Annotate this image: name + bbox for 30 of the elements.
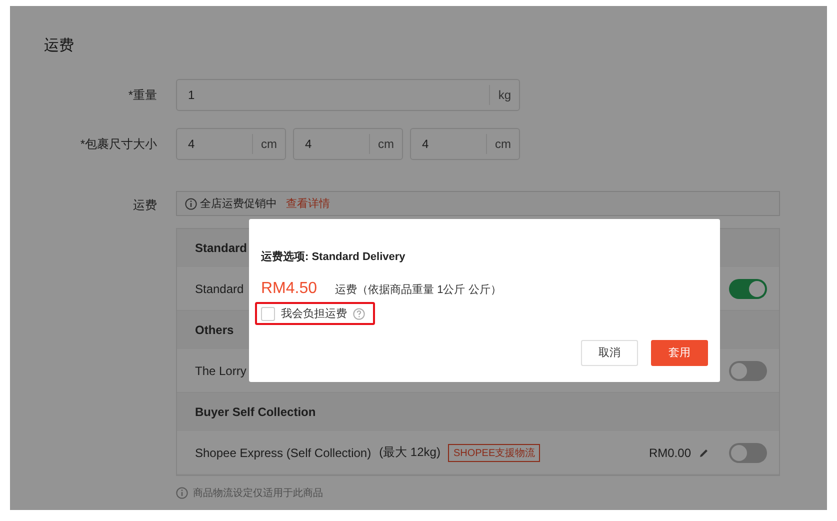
option-name: The Lorry — [195, 364, 246, 378]
section-title: 运费 — [44, 36, 75, 55]
option-name: Standard — [195, 282, 244, 296]
dimension-field[interactable]: 4 cm — [410, 128, 520, 160]
checkbox[interactable] — [261, 306, 275, 320]
promo-text: 全店运费促销中 — [200, 196, 277, 211]
help-icon[interactable] — [353, 308, 365, 320]
dialog-title: 运费选项: Standard Delivery — [261, 250, 406, 264]
field-label: 运费 — [132, 197, 157, 214]
option-name: Shopee Express (Self Collection) — [195, 446, 372, 460]
field-label: *重量 — [127, 86, 157, 104]
info-icon — [185, 198, 197, 210]
field-label: *包裹尺寸大小 — [79, 136, 157, 152]
logistics-tag: SHOPEE支援物流 — [448, 444, 540, 462]
footnote: 商品物流设定仅适用于此商品 — [193, 486, 323, 500]
pencil-icon[interactable] — [699, 448, 709, 458]
apply-button[interactable]: 套用 — [651, 340, 708, 366]
info-icon — [176, 487, 188, 499]
weight-limit: (最大 12kg) — [379, 444, 440, 461]
dimension-field[interactable]: 4 cm — [176, 128, 286, 160]
toggle-switch[interactable] — [729, 442, 767, 462]
price-note: 运费（依据商品重量 1公斤 公斤） — [335, 282, 502, 296]
weight-field[interactable]: 1 kg — [176, 79, 520, 111]
shipping-price: RM4.50 — [261, 280, 318, 298]
toggle-switch[interactable] — [729, 278, 767, 298]
dimension-field[interactable]: 4 cm — [293, 128, 403, 160]
cancel-button[interactable]: 取消 — [581, 340, 638, 366]
toggle-switch[interactable] — [729, 360, 767, 380]
group-header: Buyer Self Collection — [177, 393, 779, 431]
option-price: RM0.00 — [648, 446, 691, 460]
